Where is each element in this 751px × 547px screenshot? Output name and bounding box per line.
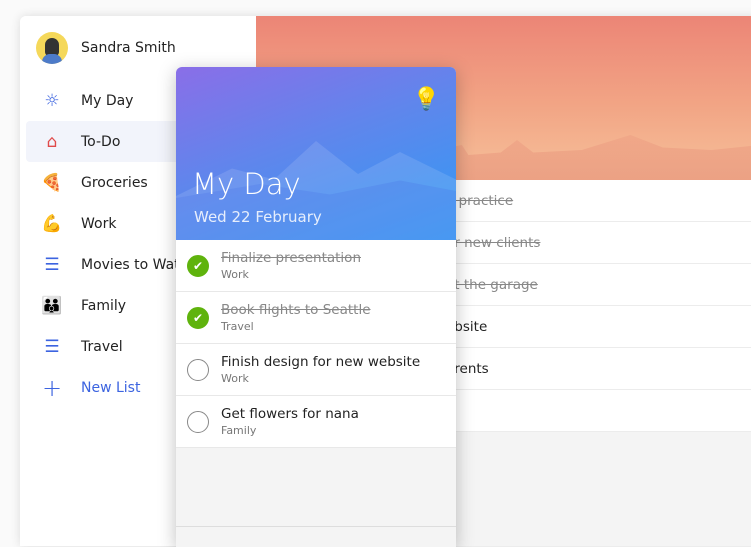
sidebar-item-label: Travel bbox=[81, 338, 123, 355]
list-icon: ⌂ bbox=[46, 131, 58, 152]
task-item[interactable]: ✔ Book flights to Seattle Travel bbox=[176, 292, 456, 344]
task-title: at the garage bbox=[446, 276, 538, 293]
list-icon: 🍕 bbox=[41, 172, 63, 193]
sidebar-item-label: Work bbox=[81, 215, 117, 232]
checkbox-circle[interactable] bbox=[187, 410, 209, 433]
my-day-header: 💡 My Day Wed 22 February bbox=[176, 67, 456, 240]
my-day-date: Wed 22 February bbox=[194, 208, 322, 226]
sidebar-item-label: My Day bbox=[81, 92, 134, 109]
task-item[interactable]: Get flowers for nana Family bbox=[176, 396, 456, 448]
checked-circle-icon[interactable]: ✔ bbox=[187, 306, 209, 329]
task-list-name: Work bbox=[221, 268, 249, 281]
task-title: Finish design for new website bbox=[221, 354, 421, 370]
lightbulb-icon[interactable]: 💡 bbox=[413, 87, 440, 112]
checkbox-circle[interactable] bbox=[187, 358, 209, 381]
user-profile[interactable]: Sandra Smith bbox=[36, 32, 176, 64]
task-title: o practice bbox=[446, 192, 514, 209]
sidebar-item-label: To-Do bbox=[81, 133, 121, 150]
card-footer bbox=[176, 526, 456, 527]
sidebar-item-label: Family bbox=[81, 297, 127, 314]
task-title: Get flowers for nana bbox=[221, 406, 359, 422]
avatar bbox=[36, 32, 68, 64]
list-icon: ☰ bbox=[44, 254, 60, 275]
user-name: Sandra Smith bbox=[81, 40, 176, 56]
sidebar-item-label: Groceries bbox=[81, 174, 148, 191]
task-item[interactable]: Finish design for new website Work bbox=[176, 344, 456, 396]
task-title: Finalize presentation bbox=[221, 250, 361, 266]
my-day-card: 💡 My Day Wed 22 February ✔ Finalize prese… bbox=[176, 67, 456, 547]
task-title: or new clients bbox=[446, 234, 541, 251]
task-item[interactable]: ✔ Finalize presentation Work bbox=[176, 240, 456, 292]
task-list-name: Work bbox=[221, 372, 249, 385]
task-title: Book flights to Seattle bbox=[221, 302, 371, 318]
task-list-name: Travel bbox=[221, 320, 254, 333]
task-list-name: Family bbox=[221, 424, 257, 437]
plus-icon: + bbox=[41, 373, 63, 402]
new-list-label: New List bbox=[81, 379, 141, 396]
checked-circle-icon[interactable]: ✔ bbox=[187, 254, 209, 277]
list-icon: ☰ bbox=[44, 336, 60, 357]
my-day-title: My Day bbox=[192, 167, 301, 201]
list-icon: ☼ bbox=[44, 90, 60, 111]
list-icon: 💪 bbox=[41, 213, 63, 234]
list-icon: 👪 bbox=[41, 295, 63, 316]
